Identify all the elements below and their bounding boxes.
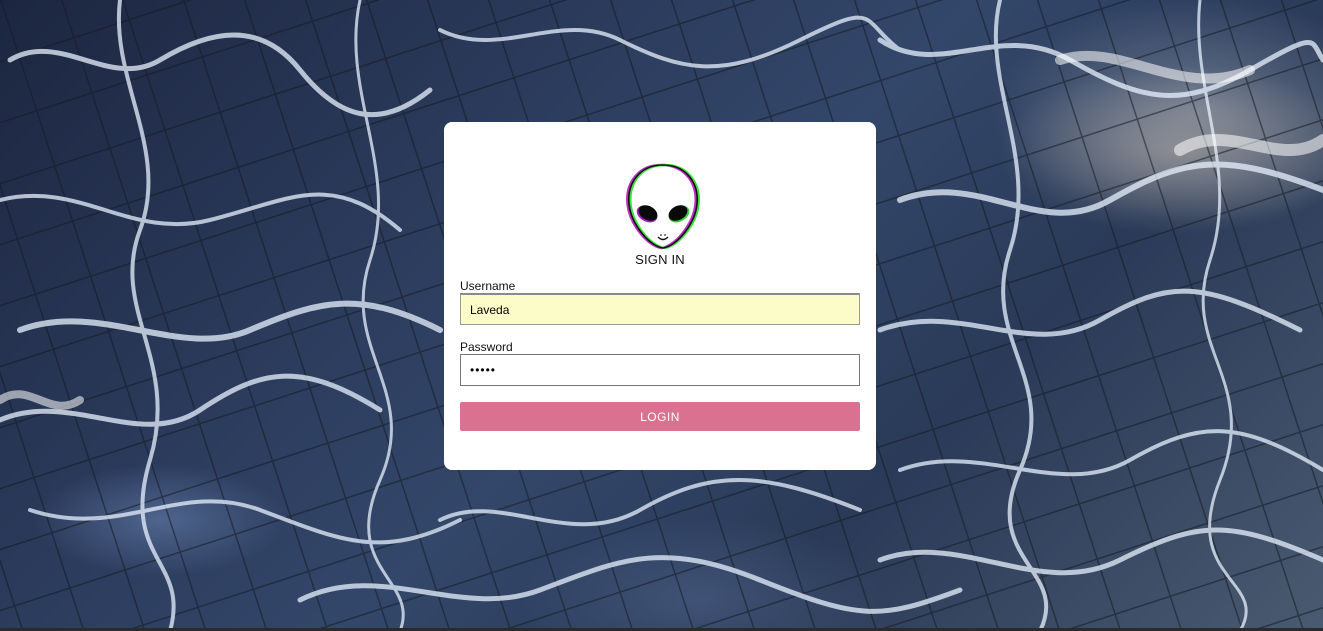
alien-head-icon: [626, 163, 700, 250]
sign-in-title: SIGN IN: [635, 252, 685, 267]
login-card: SIGN IN Username Password LOGIN: [444, 122, 876, 470]
username-label: Username: [460, 279, 516, 293]
login-button[interactable]: LOGIN: [460, 402, 860, 431]
username-input[interactable]: [460, 293, 860, 325]
password-label: Password: [460, 340, 513, 354]
password-input[interactable]: [460, 354, 860, 386]
